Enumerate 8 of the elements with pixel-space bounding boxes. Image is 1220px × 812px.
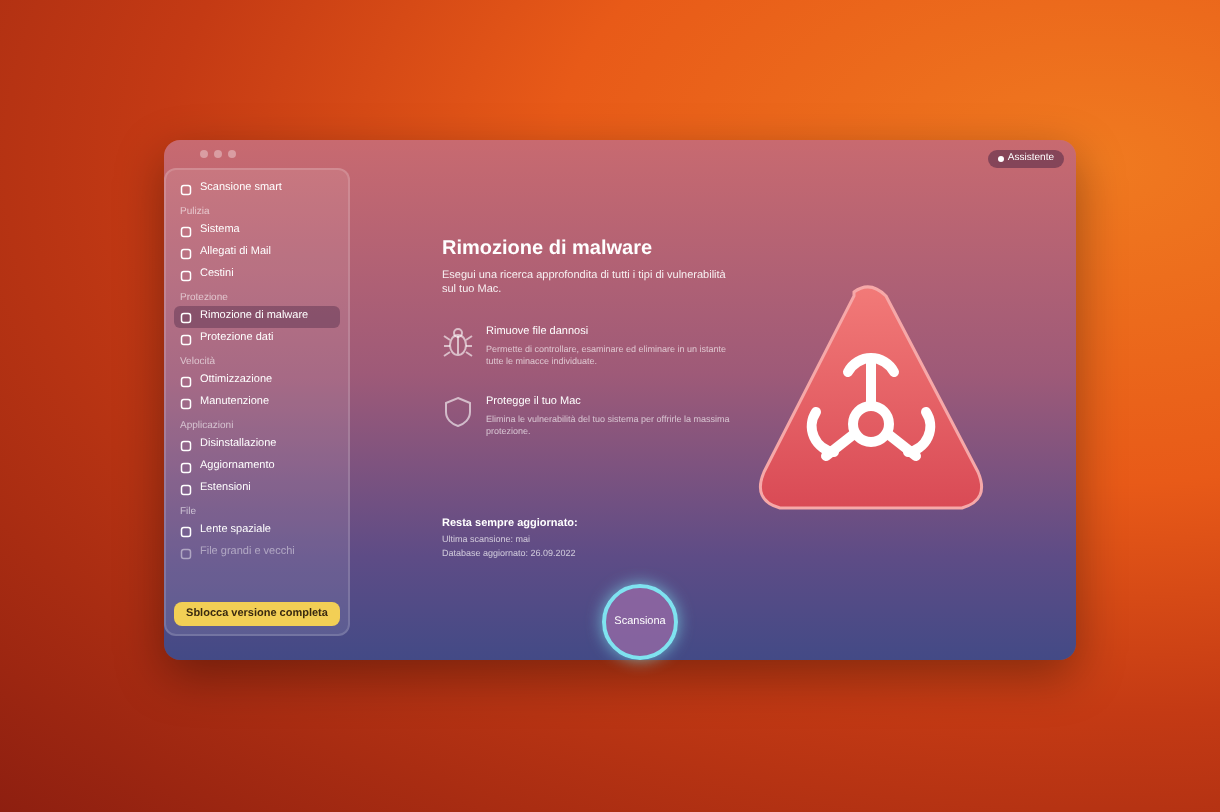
window-control-dot[interactable] xyxy=(214,150,222,158)
window-control-dot[interactable] xyxy=(200,150,208,158)
shield-icon xyxy=(442,396,474,429)
page-title: Rimozione di malware xyxy=(442,238,655,263)
biohazard-icon xyxy=(754,280,988,515)
bug-icon xyxy=(442,326,474,359)
window-control-dot[interactable] xyxy=(228,150,236,158)
sidebar-icon xyxy=(180,183,192,195)
